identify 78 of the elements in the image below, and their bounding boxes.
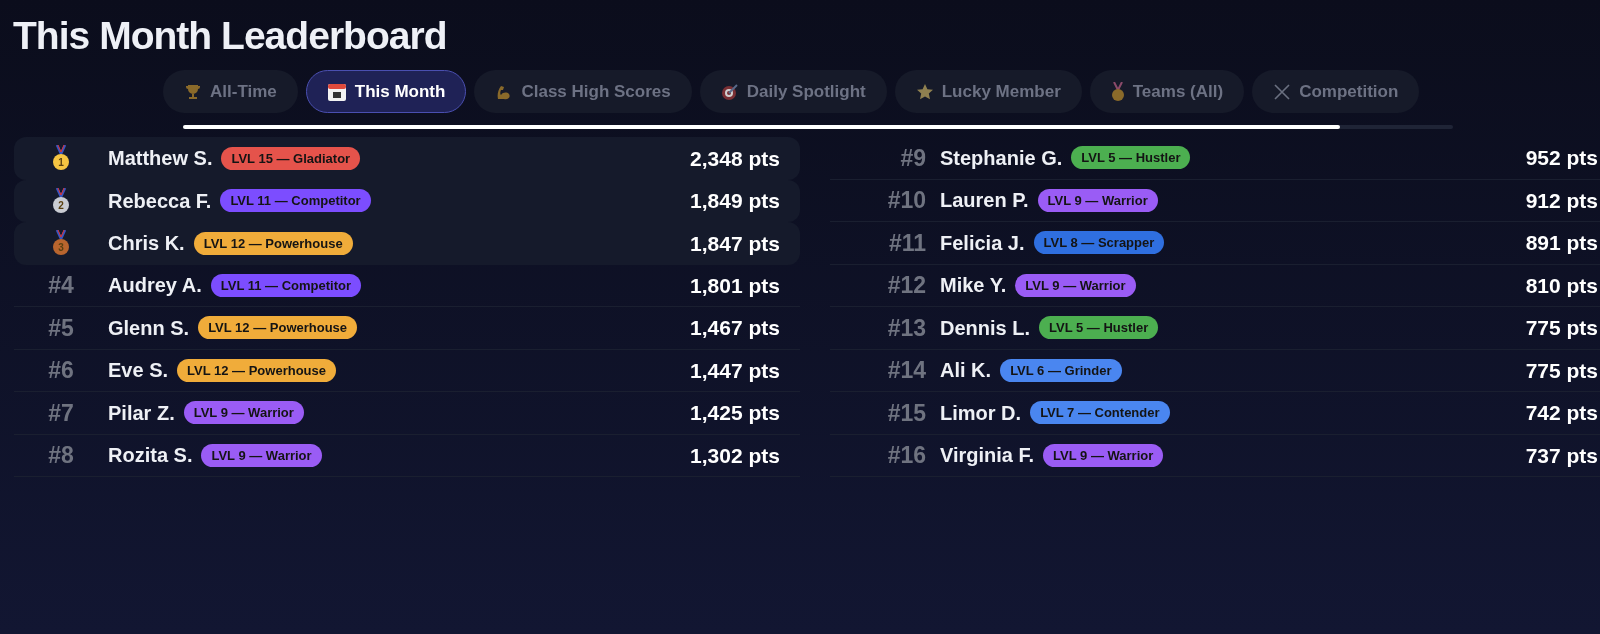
level-badge: LVL 8 — Scrapper bbox=[1033, 231, 1165, 255]
points: 775 pts bbox=[1525, 357, 1598, 384]
points: 742 pts bbox=[1525, 400, 1598, 426]
member-name: Glenn S. bbox=[108, 315, 190, 341]
tab[interactable]: Class High Scores bbox=[474, 70, 692, 113]
rank-number: #16 bbox=[887, 441, 926, 470]
level-badge: LVL 9 — Warrior bbox=[1043, 443, 1164, 467]
tab[interactable]: Daily Spotlight bbox=[699, 70, 887, 113]
medal-rank: 1 bbox=[58, 157, 64, 169]
member-name: Lauren P. bbox=[940, 188, 1029, 214]
points: 912 pts bbox=[1525, 187, 1598, 214]
rank-number: #6 bbox=[48, 356, 74, 385]
level-badge: LVL 11 — Competitor bbox=[220, 189, 371, 213]
page-title: This Month Leaderboard bbox=[13, 13, 447, 59]
rank-number: #15 bbox=[887, 398, 926, 428]
points: 737 pts bbox=[1525, 442, 1598, 469]
level-badge: LVL 12 — Powerhouse bbox=[177, 358, 336, 382]
points: 952 pts bbox=[1525, 145, 1598, 171]
level-badge: LVL 9 — Warrior bbox=[1015, 273, 1136, 297]
calendar-icon bbox=[326, 81, 347, 102]
target-icon bbox=[720, 82, 739, 101]
member-name: Virginia F. bbox=[940, 443, 1035, 469]
rank-number: #12 bbox=[887, 271, 926, 300]
member-name: Mike Y. bbox=[940, 273, 1007, 299]
member-name: Ali K. bbox=[940, 358, 992, 384]
level-badge: LVL 15 — Gladiator bbox=[221, 146, 361, 170]
tab[interactable]: Lucky Member bbox=[894, 70, 1082, 113]
tab[interactable]: Teams (All) bbox=[1089, 70, 1245, 113]
tab[interactable]: Competition bbox=[1252, 70, 1420, 113]
level-badge: LVL 12 — Powerhouse bbox=[198, 316, 358, 340]
rank-number: #11 bbox=[888, 228, 926, 258]
level-badge: LVL 9 — Warrior bbox=[1037, 188, 1158, 212]
tab[interactable]: This Month bbox=[305, 70, 467, 113]
member-name: Rozita S. bbox=[108, 443, 193, 469]
member-name: Chris K. bbox=[108, 231, 185, 257]
member-name: Pilar Z. bbox=[108, 400, 175, 426]
level-badge: LVL 7 — Contender bbox=[1030, 401, 1170, 425]
rank-number: #7 bbox=[48, 398, 74, 428]
rank-number: #13 bbox=[887, 313, 926, 343]
member-name: Audrey A. bbox=[108, 273, 202, 299]
trophy-icon bbox=[184, 82, 202, 101]
member-name: Felicia J. bbox=[940, 230, 1025, 256]
medal-rank: 2 bbox=[58, 199, 64, 211]
member-name: Matthew S. bbox=[108, 146, 213, 172]
points: 2,348 pts bbox=[690, 145, 780, 172]
level-badge: LVL 12 — Powerhouse bbox=[193, 231, 353, 255]
rank-number: #9 bbox=[900, 143, 926, 173]
level-badge: LVL 6 — Grinder bbox=[1000, 358, 1122, 382]
rank-number: #8 bbox=[48, 441, 74, 470]
level-badge: LVL 5 — Hustler bbox=[1071, 146, 1191, 170]
crossed-swords-icon bbox=[1273, 82, 1292, 101]
medal-rank: 3 bbox=[58, 242, 64, 254]
points: 891 pts bbox=[1525, 230, 1598, 256]
level-badge: LVL 11 — Competitor bbox=[210, 273, 361, 297]
rank-number: #5 bbox=[48, 313, 74, 343]
points: 1,467 pts bbox=[690, 315, 780, 341]
star-icon bbox=[915, 82, 934, 101]
points: 810 pts bbox=[1525, 272, 1598, 299]
points: 1,801 pts bbox=[690, 272, 780, 299]
points: 1,447 pts bbox=[690, 357, 780, 384]
member-name: Limor D. bbox=[940, 400, 1022, 426]
points: 1,849 pts bbox=[690, 188, 780, 214]
medal-icon bbox=[1110, 81, 1125, 102]
points: 775 pts bbox=[1525, 315, 1598, 341]
level-badge: LVL 9 — Warrior bbox=[201, 443, 322, 467]
member-name: Stephanie G. bbox=[940, 145, 1063, 171]
rank-number: #10 bbox=[887, 186, 926, 215]
level-badge: LVL 9 — Warrior bbox=[183, 401, 304, 425]
rank-number: #4 bbox=[48, 271, 74, 300]
rank-number: #14 bbox=[887, 356, 926, 385]
points: 1,302 pts bbox=[690, 442, 780, 469]
tab[interactable]: All-Time bbox=[163, 70, 298, 113]
member-name: Eve S. bbox=[108, 358, 169, 384]
points: 1,425 pts bbox=[690, 400, 780, 426]
member-name: Rebecca F. bbox=[108, 188, 212, 214]
level-badge: LVL 5 — Hustler bbox=[1039, 316, 1159, 340]
member-name: Dennis L. bbox=[940, 315, 1030, 341]
points: 1,847 pts bbox=[690, 230, 780, 257]
